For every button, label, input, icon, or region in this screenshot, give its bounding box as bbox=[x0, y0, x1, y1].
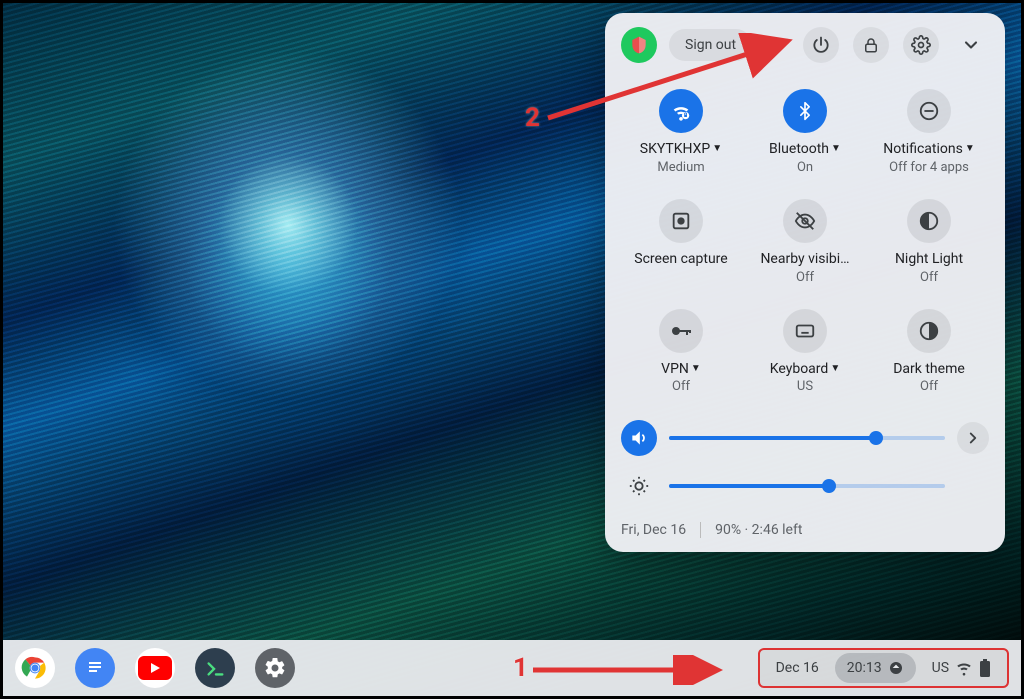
chevron-right-icon bbox=[964, 429, 982, 447]
tile-sublabel: On bbox=[797, 160, 813, 175]
divider bbox=[700, 522, 701, 538]
status-area[interactable]: Dec 16 20:13 US bbox=[758, 648, 1009, 688]
panel-battery[interactable]: 90% · 2:46 left bbox=[715, 522, 802, 538]
volume-slider[interactable] bbox=[669, 436, 945, 440]
shelf-apps bbox=[15, 648, 295, 688]
youtube-icon bbox=[138, 656, 172, 680]
tile-sublabel: Off bbox=[920, 379, 938, 394]
status-ime: US bbox=[932, 660, 949, 676]
tile-screen-capture[interactable]: Screen capture bbox=[621, 195, 741, 295]
lock-icon bbox=[862, 36, 880, 54]
brightness-slider[interactable] bbox=[669, 484, 945, 488]
terminal-icon bbox=[204, 657, 226, 679]
tile-sublabel: Off bbox=[796, 270, 814, 285]
panel-header: Sign out bbox=[621, 27, 989, 63]
app-chrome[interactable] bbox=[15, 648, 55, 688]
annotation-number-2: 2 bbox=[525, 103, 540, 133]
tile-label: SKYTKHXP▼ bbox=[640, 141, 722, 158]
chevron-down-icon bbox=[961, 35, 981, 55]
keyboard-icon bbox=[794, 320, 816, 342]
shield-icon bbox=[629, 35, 649, 55]
night-light-icon bbox=[918, 210, 940, 232]
settings-button[interactable] bbox=[903, 27, 939, 63]
battery-icon bbox=[979, 659, 991, 677]
tile-sublabel: Medium bbox=[657, 160, 704, 175]
brightness-slider-row bbox=[621, 462, 989, 510]
tile-keyboard[interactable]: Keyboard▼ US bbox=[745, 305, 865, 405]
volume-slider-row bbox=[621, 414, 989, 462]
app-docs[interactable] bbox=[75, 648, 115, 688]
dark-theme-icon bbox=[918, 320, 940, 342]
user-avatar[interactable] bbox=[621, 27, 657, 63]
status-time: 20:13 bbox=[847, 660, 882, 676]
tile-label: Screen capture bbox=[634, 251, 727, 268]
lock-button[interactable] bbox=[853, 27, 889, 63]
gear-icon bbox=[911, 35, 931, 55]
status-time-pill: 20:13 bbox=[835, 653, 916, 683]
tile-sublabel: Off bbox=[920, 270, 938, 285]
volume-icon bbox=[629, 428, 649, 448]
annotation-number-1: 1 bbox=[513, 653, 528, 683]
tile-label: Notifications▼ bbox=[883, 141, 975, 158]
sliders bbox=[621, 414, 989, 510]
tile-bluetooth[interactable]: Bluetooth▼ On bbox=[745, 85, 865, 185]
sign-out-button[interactable]: Sign out bbox=[669, 29, 752, 61]
tile-label: Nearby visibi… bbox=[760, 251, 849, 268]
tile-label: Bluetooth▼ bbox=[769, 141, 841, 158]
wifi-icon bbox=[955, 659, 973, 677]
tile-label: VPN▼ bbox=[661, 361, 701, 378]
tile-sublabel: Off bbox=[672, 379, 690, 394]
notification-badge-icon bbox=[888, 660, 904, 676]
screen-capture-icon bbox=[670, 210, 692, 232]
brightness-indicator bbox=[621, 468, 657, 504]
tile-notifications[interactable]: Notifications▼ Off for 4 apps bbox=[869, 85, 989, 185]
gear-icon bbox=[263, 656, 287, 680]
quick-settings-tiles: SKYTKHXP▼ Medium Bluetooth▼ On Notificat… bbox=[621, 85, 989, 404]
chrome-icon bbox=[19, 652, 51, 684]
app-terminal[interactable] bbox=[195, 648, 235, 688]
do-not-disturb-icon bbox=[918, 100, 940, 122]
tile-label: Night Light bbox=[895, 251, 963, 268]
docs-icon bbox=[85, 656, 105, 680]
collapse-button[interactable] bbox=[953, 27, 989, 63]
status-right: US bbox=[920, 650, 1003, 686]
power-button[interactable] bbox=[803, 27, 839, 63]
app-youtube[interactable] bbox=[135, 648, 175, 688]
status-date: Dec 16 bbox=[764, 650, 831, 686]
tile-sublabel: Off for 4 apps bbox=[889, 160, 969, 175]
tile-vpn[interactable]: VPN▼ Off bbox=[621, 305, 741, 405]
vpn-key-icon bbox=[669, 319, 693, 343]
volume-toggle[interactable] bbox=[621, 420, 657, 456]
tile-night-light[interactable]: Night Light Off bbox=[869, 195, 989, 295]
tile-label: Keyboard▼ bbox=[770, 361, 840, 378]
panel-date[interactable]: Fri, Dec 16 bbox=[621, 522, 686, 538]
app-settings[interactable] bbox=[255, 648, 295, 688]
tile-wifi[interactable]: SKYTKHXP▼ Medium bbox=[621, 85, 741, 185]
power-icon bbox=[811, 35, 831, 55]
tile-nearby-share[interactable]: Nearby visibi… Off bbox=[745, 195, 865, 295]
brightness-icon bbox=[628, 475, 650, 497]
quick-settings-panel: Sign out SKYTKHXP▼ Medium bbox=[605, 13, 1005, 552]
audio-settings-button[interactable] bbox=[957, 422, 989, 454]
panel-footer: Fri, Dec 16 90% · 2:46 left bbox=[621, 522, 989, 538]
visibility-off-icon bbox=[794, 210, 816, 232]
tile-dark-theme[interactable]: Dark theme Off bbox=[869, 305, 989, 405]
tile-sublabel: US bbox=[797, 379, 813, 394]
bluetooth-icon bbox=[795, 101, 815, 121]
shelf: Dec 16 20:13 US bbox=[3, 640, 1021, 696]
wifi-icon bbox=[670, 100, 692, 122]
tile-label: Dark theme bbox=[893, 361, 965, 378]
